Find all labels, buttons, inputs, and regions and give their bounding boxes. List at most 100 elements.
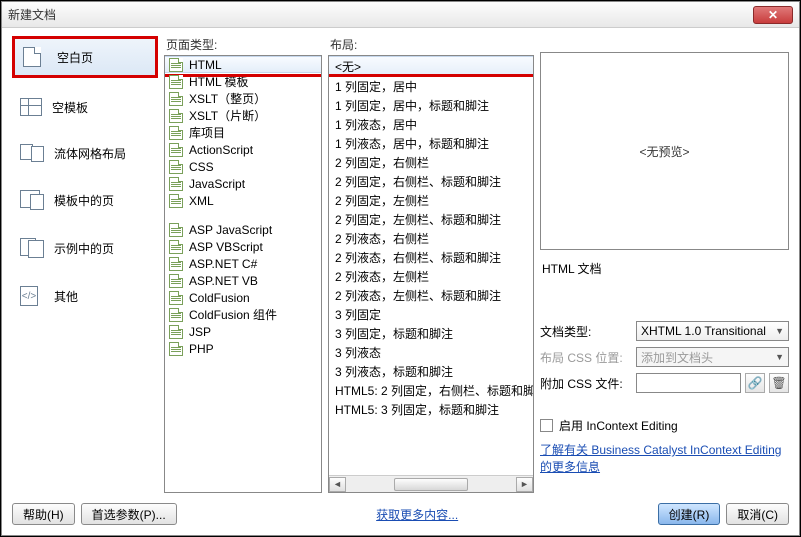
page-type-item[interactable]: ActionScript bbox=[165, 141, 321, 158]
category-sidebar: 空白页 空模板 流体网格布局 模板中的页 示例中的页 bbox=[12, 36, 158, 493]
titlebar: 新建文档 ✕ bbox=[2, 2, 799, 28]
layout-item[interactable]: 2 列液态，左侧栏 bbox=[329, 267, 533, 286]
page-type-label: ActionScript bbox=[189, 143, 253, 157]
layout-item[interactable]: 2 列液态，左侧栏、标题和脚注 bbox=[329, 286, 533, 305]
file-icon bbox=[169, 177, 183, 191]
page-type-listbox[interactable]: HTMLHTML 模板XSLT（整页）XSLT（片断）库项目 ActionScri… bbox=[164, 55, 322, 493]
page-type-item[interactable]: CSS bbox=[165, 158, 321, 175]
sidebar-item-fluid-grid[interactable]: 流体网格布局 bbox=[12, 136, 158, 170]
layout-item[interactable]: 1 列液态，居中，标题和脚注 bbox=[329, 134, 533, 153]
layout-listbox[interactable]: <无>1 列固定，居中1 列固定，居中，标题和脚注1 列液态，居中1 列液态，居… bbox=[328, 55, 534, 493]
layout-item[interactable]: 1 列固定，居中 bbox=[329, 77, 533, 96]
file-icon bbox=[169, 194, 183, 208]
page-type-label: XSLT（片断） bbox=[189, 107, 266, 124]
chevron-down-icon: ▼ bbox=[775, 326, 784, 336]
scroll-right-button[interactable]: ► bbox=[516, 477, 533, 492]
layout-item[interactable]: 2 列液态，右侧栏 bbox=[329, 229, 533, 248]
get-more-link[interactable]: 获取更多内容... bbox=[376, 508, 458, 522]
layout-item[interactable]: HTML5: 3 列固定，标题和脚注 bbox=[329, 400, 533, 419]
page-type-label: ASP VBScript bbox=[189, 240, 263, 254]
scroll-track[interactable] bbox=[346, 477, 516, 492]
doctype-label: 文档类型: bbox=[540, 323, 632, 340]
new-document-dialog: 新建文档 ✕ 空白页 空模板 流体网格布局 模板 bbox=[1, 1, 800, 536]
file-icon bbox=[169, 126, 183, 140]
link-icon: 🔗 bbox=[748, 376, 763, 390]
layout-item[interactable]: 2 列固定，右侧栏、标题和脚注 bbox=[329, 172, 533, 191]
page-type-item[interactable]: ASP JavaScript bbox=[165, 221, 321, 238]
create-button[interactable]: 创建(R) bbox=[658, 503, 721, 525]
incontext-row: 启用 InContext Editing bbox=[540, 417, 789, 434]
page-type-item[interactable]: HTML 模板 bbox=[165, 73, 321, 90]
layout-item[interactable]: 2 列固定，右侧栏 bbox=[329, 153, 533, 172]
page-type-label: ColdFusion bbox=[189, 291, 250, 305]
attach-css-row: 附加 CSS 文件: 🔗 🗑 bbox=[540, 373, 789, 393]
attach-css-label: 附加 CSS 文件: bbox=[540, 375, 632, 392]
link-css-button[interactable]: 🔗 bbox=[745, 373, 765, 393]
page-type-item[interactable]: 库项目 bbox=[165, 124, 321, 141]
layout-item[interactable]: 2 列固定，左侧栏、标题和脚注 bbox=[329, 210, 533, 229]
page-type-column: 页面类型: HTMLHTML 模板XSLT（整页）XSLT（片断）库项目Acti… bbox=[164, 36, 322, 493]
page-type-item[interactable]: ASP VBScript bbox=[165, 238, 321, 255]
page-type-item[interactable]: JSP bbox=[165, 323, 321, 340]
document-description: HTML 文档 bbox=[542, 260, 789, 277]
layout-item[interactable]: 1 列固定，居中，标题和脚注 bbox=[329, 96, 533, 115]
file-icon bbox=[169, 92, 183, 106]
page-type-item[interactable]: XSLT（整页） bbox=[165, 90, 321, 107]
remove-css-button[interactable]: 🗑 bbox=[769, 373, 789, 393]
attach-css-input[interactable] bbox=[636, 373, 741, 393]
page-type-item[interactable]: XML bbox=[165, 192, 321, 209]
page-type-label: ASP JavaScript bbox=[189, 223, 272, 237]
close-button[interactable]: ✕ bbox=[753, 6, 793, 24]
sidebar-item-other[interactable]: </> 其他 bbox=[12, 278, 158, 314]
preferences-button[interactable]: 首选参数(P)... bbox=[81, 503, 177, 525]
layout-item[interactable]: 1 列液态，居中 bbox=[329, 115, 533, 134]
layout-item[interactable]: 2 列液态，右侧栏、标题和脚注 bbox=[329, 248, 533, 267]
file-icon bbox=[169, 75, 183, 89]
cancel-button[interactable]: 取消(C) bbox=[726, 503, 789, 525]
page-type-item[interactable]: XSLT（片断） bbox=[165, 107, 321, 124]
sidebar-item-blank-page[interactable]: 空白页 bbox=[12, 36, 158, 78]
horizontal-scrollbar[interactable]: ◄ ► bbox=[329, 475, 533, 492]
page-type-item[interactable]: ASP.NET C# bbox=[165, 255, 321, 272]
sidebar-item-page-from-template[interactable]: 模板中的页 bbox=[12, 182, 158, 218]
sidebar-item-page-from-sample[interactable]: 示例中的页 bbox=[12, 230, 158, 266]
layout-item[interactable]: <无> bbox=[329, 56, 533, 77]
page-type-item[interactable]: JavaScript bbox=[165, 175, 321, 192]
trash-icon: 🗑 bbox=[771, 376, 786, 390]
file-icon bbox=[169, 342, 183, 356]
page-type-label: CSS bbox=[189, 160, 214, 174]
incontext-learn-link[interactable]: 了解有关 Business Catalyst InContext Editing… bbox=[540, 442, 789, 476]
doctype-row: 文档类型: XHTML 1.0 Transitional ▼ bbox=[540, 321, 789, 341]
page-type-item[interactable]: ColdFusion 组件 bbox=[165, 306, 321, 323]
page-type-label: ASP.NET VB bbox=[189, 274, 258, 288]
csspos-value: 添加到文档头 bbox=[641, 349, 713, 366]
page-type-item[interactable]: ASP.NET VB bbox=[165, 272, 321, 289]
layout-item[interactable]: 3 列固定 bbox=[329, 305, 533, 324]
layout-item[interactable]: HTML5: 2 列固定，右侧栏、标题和脚注 bbox=[329, 381, 533, 400]
layout-item[interactable]: 3 列固定，标题和脚注 bbox=[329, 324, 533, 343]
layout-column: 布局: <无>1 列固定，居中1 列固定，居中，标题和脚注1 列液态，居中1 列… bbox=[328, 36, 534, 493]
sidebar-item-label: 空模板 bbox=[52, 99, 88, 116]
preview-pane: <无预览> bbox=[540, 52, 789, 250]
help-button[interactable]: 帮助(H) bbox=[12, 503, 75, 525]
layout-item[interactable]: 2 列固定，左侧栏 bbox=[329, 191, 533, 210]
incontext-checkbox[interactable] bbox=[540, 419, 553, 432]
preview-text: <无预览> bbox=[639, 143, 689, 160]
page-in-template-icon bbox=[20, 190, 44, 210]
file-icon bbox=[169, 58, 183, 72]
page-type-item[interactable]: PHP bbox=[165, 340, 321, 357]
page-icon bbox=[23, 47, 47, 67]
sidebar-item-blank-template[interactable]: 空模板 bbox=[12, 90, 158, 124]
scroll-left-button[interactable]: ◄ bbox=[329, 477, 346, 492]
incontext-label: 启用 InContext Editing bbox=[559, 417, 678, 434]
doctype-select[interactable]: XHTML 1.0 Transitional ▼ bbox=[636, 321, 789, 341]
page-type-label: 库项目 bbox=[189, 124, 225, 141]
dialog-title: 新建文档 bbox=[8, 6, 56, 23]
layout-item[interactable]: 3 列液态 bbox=[329, 343, 533, 362]
layout-item[interactable]: 3 列液态，标题和脚注 bbox=[329, 362, 533, 381]
preview-options-column: <无预览> HTML 文档 文档类型: XHTML 1.0 Transition… bbox=[540, 36, 789, 493]
page-type-label: JavaScript bbox=[189, 177, 245, 191]
scroll-thumb[interactable] bbox=[394, 478, 469, 491]
page-type-item[interactable]: HTML bbox=[165, 56, 321, 73]
page-type-item[interactable]: ColdFusion bbox=[165, 289, 321, 306]
